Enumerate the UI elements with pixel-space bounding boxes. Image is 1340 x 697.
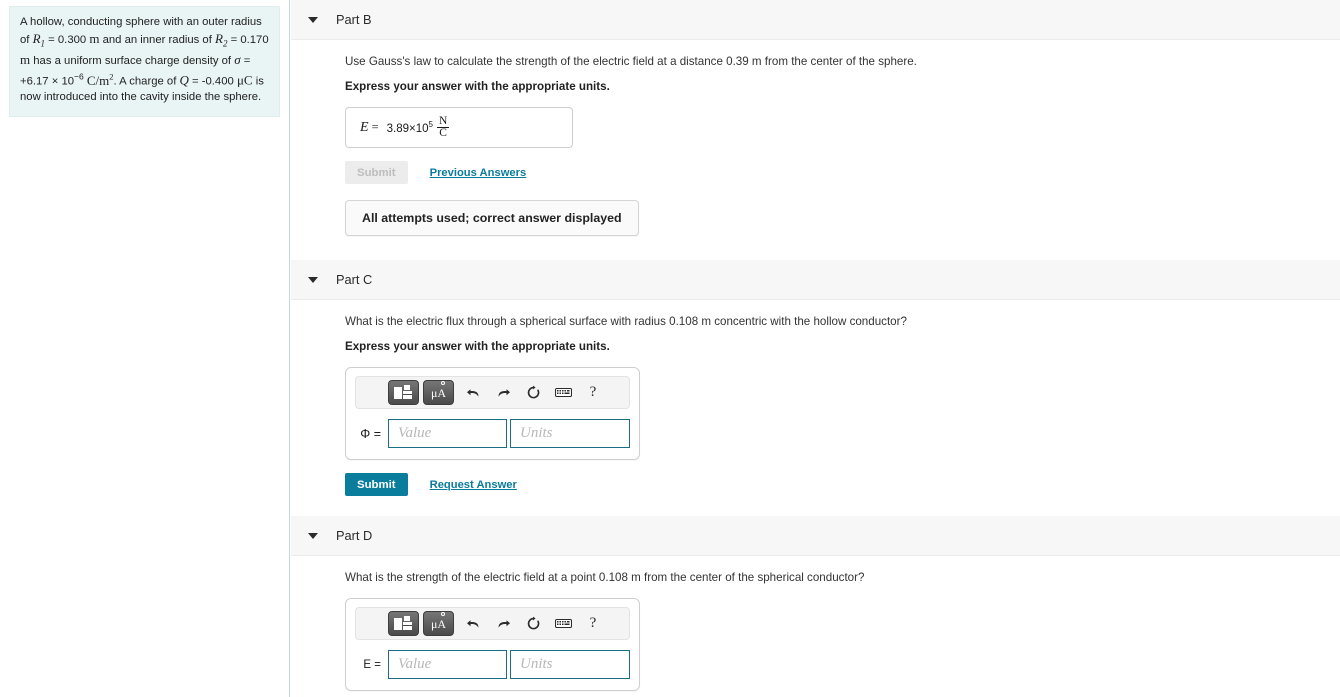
reset-icon[interactable] [518, 380, 548, 406]
caret-down-icon[interactable] [308, 17, 318, 23]
part-title-d: Part D [336, 528, 373, 543]
problem-statement: A hollow, conducting sphere with an oute… [9, 6, 280, 117]
r1-value: = 0.300 [48, 33, 87, 46]
template-icon[interactable] [388, 380, 419, 405]
field-label-d: E = [363, 658, 381, 671]
keyboard-icon[interactable] [548, 611, 578, 637]
request-answer-link-c[interactable]: Request Answer [430, 479, 517, 491]
sigma-value: +6.17 × 10 [20, 75, 75, 88]
part-title-b: Part B [336, 12, 372, 27]
answer-field-row-c: Φ = [355, 419, 630, 448]
unit-denominator-b: C [437, 127, 449, 139]
sigma-symbol: σ [234, 51, 241, 67]
unit-m-1: m [89, 30, 100, 46]
q-symbol: Q [179, 72, 189, 88]
page-root: A hollow, conducting sphere with an oute… [0, 0, 1340, 697]
template-icon[interactable] [388, 611, 419, 636]
units-input-c[interactable] [510, 419, 630, 448]
submit-button-b: Submit [345, 161, 408, 184]
part-body-c: What is the electric flux through a sphe… [291, 300, 1340, 516]
problem-line-4: . A charge of [113, 75, 177, 88]
problem-line-2-mid: and an inner radius of [102, 33, 212, 46]
submit-button-c[interactable]: Submit [345, 473, 408, 496]
reset-icon[interactable] [518, 611, 548, 637]
problem-line-3: has a uniform surface charge density of [33, 54, 232, 67]
sigma-units: C/m2 [86, 71, 114, 88]
part-header-b[interactable]: Part B [291, 0, 1340, 40]
part-header-c[interactable]: Part C [291, 260, 1340, 300]
sigma-exponent: −6 [74, 71, 84, 82]
help-icon[interactable]: ? [578, 611, 608, 637]
left-pane: A hollow, conducting sphere with an oute… [0, 0, 290, 697]
question-text-d: What is the strength of the electric fie… [345, 571, 865, 584]
r2-value: = 0.170 [230, 33, 269, 46]
answer-unit-fraction-b: N C [437, 115, 449, 139]
feedback-message-b: All attempts used; correct answer displa… [345, 200, 639, 236]
express-text-c: Express your answer with the appropriate… [345, 340, 610, 353]
answer-entry-widget-c: μA ? Φ = [345, 367, 640, 460]
parts-container: Part B Use Gauss's law to calculate the … [291, 0, 1340, 697]
answer-field-row-d: E = [355, 650, 630, 679]
q-value: = -0.400 [192, 75, 234, 88]
question-text-b: Use Gauss's law to calculate the strengt… [345, 55, 917, 68]
button-row-b: Submit Previous Answers [345, 161, 1340, 184]
value-input-c[interactable] [388, 419, 507, 448]
answer-display-b: E = 3.89×105 N C [345, 107, 573, 148]
caret-down-icon[interactable] [308, 533, 318, 539]
units-icon[interactable]: μA [423, 380, 454, 405]
equation-toolbar-d: μA ? [355, 607, 630, 640]
value-input-d[interactable] [388, 650, 507, 679]
field-label-c: Φ = [360, 426, 381, 441]
part-body-b: Use Gauss's law to calculate the strengt… [291, 40, 1340, 260]
unit-numerator-b: N [438, 115, 448, 127]
undo-icon[interactable] [458, 611, 488, 637]
sigma-equals: = [243, 54, 251, 67]
q-units: μC [236, 72, 253, 88]
undo-icon[interactable] [458, 380, 488, 406]
redo-icon[interactable] [488, 611, 518, 637]
r1-symbol: R1 [32, 30, 46, 49]
answer-value-b: 3.89×105 [386, 120, 433, 135]
part-title-c: Part C [336, 272, 373, 287]
keyboard-icon[interactable] [548, 380, 578, 406]
caret-down-icon[interactable] [308, 277, 318, 283]
help-icon[interactable]: ? [578, 380, 608, 406]
r2-symbol: R2 [215, 30, 228, 49]
answer-symbol-b: E [360, 119, 369, 135]
units-input-d[interactable] [510, 650, 630, 679]
button-row-c: Submit Request Answer [345, 473, 1340, 496]
express-text-b: Express your answer with the appropriate… [345, 80, 610, 93]
units-icon[interactable]: μA [423, 611, 454, 636]
previous-answers-link[interactable]: Previous Answers [430, 167, 527, 179]
answer-equals-b: = [371, 120, 379, 134]
part-body-d: What is the strength of the electric fie… [291, 556, 1340, 697]
equation-toolbar-c: μA ? [355, 376, 630, 409]
question-text-c: What is the electric flux through a sphe… [345, 315, 907, 328]
part-header-d[interactable]: Part D [291, 516, 1340, 556]
unit-m-2: m [20, 51, 31, 67]
answer-entry-widget-d: μA ? E = [345, 598, 640, 691]
redo-icon[interactable] [488, 380, 518, 406]
